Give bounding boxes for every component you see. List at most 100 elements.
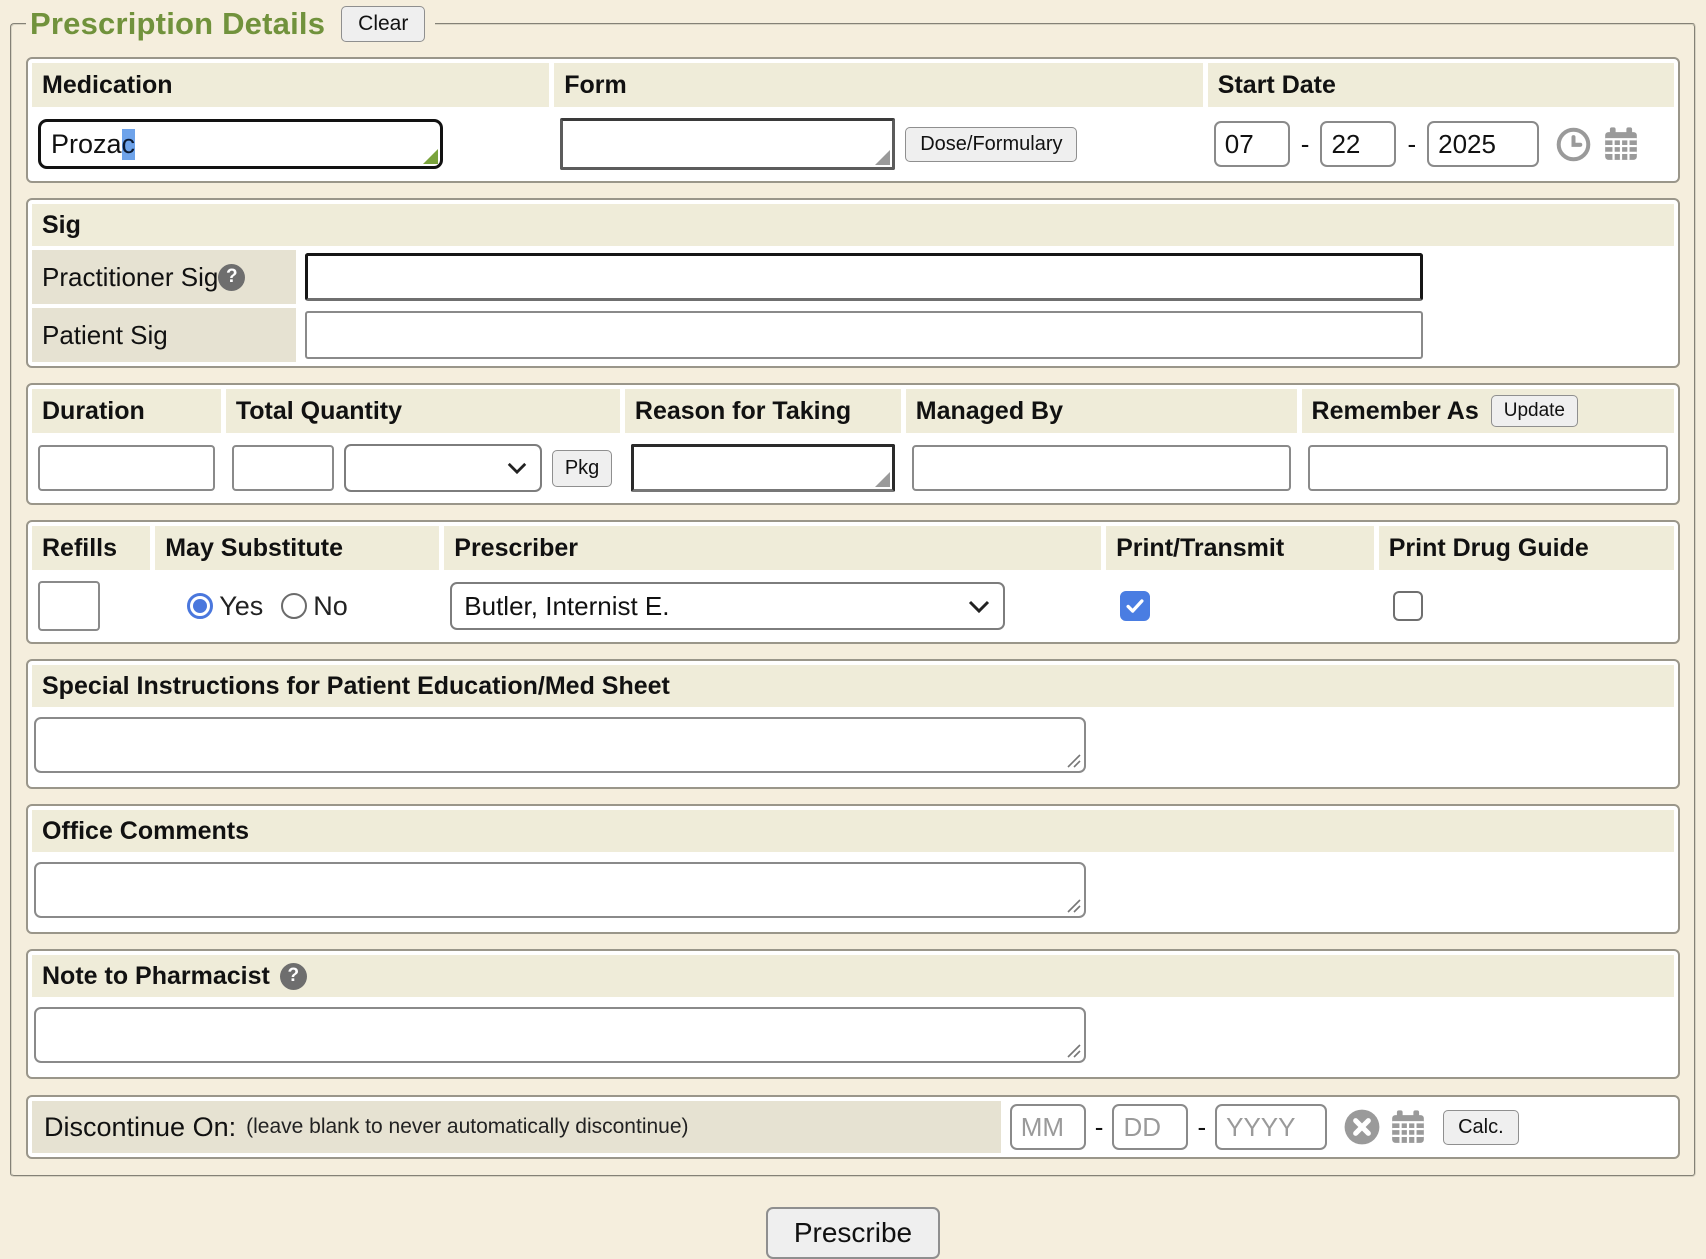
remember-as-label: Remember As [1312, 397, 1479, 426]
discontinue-year-input[interactable] [1215, 1104, 1327, 1150]
form-resize-handle[interactable] [875, 150, 890, 165]
note-to-pharmacist-textarea[interactable] [34, 1007, 1086, 1063]
fieldset-legend: Prescription Details Clear [26, 6, 435, 42]
substitute-no-label[interactable]: No [313, 591, 348, 622]
medication-input-selected-text: c [122, 129, 136, 160]
medication-row-content: Prozac Dose/Formulary - - [32, 111, 1674, 177]
autocomplete-corner-handle[interactable] [423, 149, 438, 164]
form-input[interactable] [560, 118, 895, 170]
discontinue-label-cell: Discontinue On: (leave blank to never au… [32, 1101, 1001, 1153]
discontinue-hint: (leave blank to never automatically disc… [246, 1115, 688, 1139]
prescription-details-fieldset: Prescription Details Clear Medication Fo… [10, 6, 1696, 1177]
pkg-button[interactable]: Pkg [552, 450, 612, 487]
check-icon [1124, 595, 1146, 617]
update-button[interactable]: Update [1491, 395, 1578, 427]
may-substitute-radio-group: Yes No [161, 591, 348, 622]
resize-grip-icon[interactable] [1067, 754, 1081, 768]
prescriber-header: Prescriber [444, 526, 1101, 570]
form-header: Form [554, 63, 1203, 107]
special-instructions-section: Special Instructions for Patient Educati… [26, 659, 1680, 789]
managed-by-header: Managed By [906, 389, 1297, 433]
practitioner-sig-help-icon[interactable] [218, 264, 245, 291]
refills-header: Refills [32, 526, 150, 570]
duration-input[interactable] [38, 445, 215, 491]
resize-grip-icon[interactable] [1067, 1044, 1081, 1058]
patient-sig-input[interactable] [305, 311, 1423, 359]
discontinue-calendar-button[interactable] [1389, 1108, 1427, 1146]
medication-row-section: Medication Form Start Date Prozac Dose/F… [26, 57, 1680, 183]
page-title: Prescription Details [30, 6, 325, 42]
reason-input[interactable] [631, 444, 895, 492]
practitioner-sig-label-cell: Practitioner Sig [32, 250, 296, 304]
remember-as-header: Remember As Update [1302, 389, 1674, 433]
office-comments-textarea[interactable] [34, 862, 1086, 918]
substitute-yes-label[interactable]: Yes [219, 591, 263, 622]
print-transmit-header: Print/Transmit [1106, 526, 1374, 570]
special-instructions-textarea[interactable] [34, 717, 1086, 773]
substitute-no-radio[interactable] [281, 593, 307, 619]
start-date-calendar-button[interactable] [1602, 125, 1640, 163]
duration-header: Duration [32, 389, 221, 433]
start-month-input[interactable] [1214, 121, 1290, 167]
calendar-icon [1602, 125, 1640, 163]
remember-as-input[interactable] [1308, 445, 1668, 491]
managed-by-input[interactable] [912, 445, 1291, 491]
discontinue-month-input[interactable] [1010, 1104, 1086, 1150]
total-quantity-header: Total Quantity [226, 389, 620, 433]
practitioner-sig-row: Practitioner Sig [32, 250, 1674, 304]
prescribe-row: Prescribe [8, 1207, 1698, 1259]
calc-button[interactable]: Calc. [1443, 1110, 1519, 1145]
medication-header: Medication [32, 63, 549, 107]
discontinue-fields: - - Calc. [1006, 1104, 1519, 1150]
reason-resize-handle[interactable] [875, 472, 890, 487]
refills-row-section: Refills May Substitute Prescriber Print/… [26, 520, 1680, 644]
date-separator: - [1197, 1112, 1206, 1143]
clear-button[interactable]: Clear [341, 6, 425, 42]
print-drug-guide-checkbox[interactable] [1393, 591, 1423, 621]
start-date-time-button[interactable] [1555, 126, 1592, 163]
duration-row-headers: Duration Total Quantity Reason for Takin… [32, 389, 1674, 433]
dose-formulary-button[interactable]: Dose/Formulary [905, 127, 1077, 162]
medication-input-text: Proza [51, 129, 122, 160]
discontinue-label: Discontinue On: [44, 1112, 236, 1143]
sig-section: Sig Practitioner Sig Patient Sig [26, 198, 1680, 368]
refills-input[interactable] [38, 581, 100, 631]
substitute-yes-radio[interactable] [187, 593, 213, 619]
discontinue-day-input[interactable] [1112, 1104, 1188, 1150]
resize-grip-icon[interactable] [1067, 899, 1081, 913]
discontinue-section: Discontinue On: (leave blank to never au… [26, 1095, 1680, 1159]
medication-input[interactable]: Prozac [38, 119, 443, 169]
medication-row-headers: Medication Form Start Date [32, 63, 1674, 107]
patient-sig-label-cell: Patient Sig [32, 308, 296, 362]
print-drug-guide-header: Print Drug Guide [1379, 526, 1674, 570]
calendar-icon [1389, 1108, 1427, 1146]
special-instructions-header: Special Instructions for Patient Educati… [32, 665, 1674, 707]
note-to-pharmacist-label: Note to Pharmacist [42, 962, 270, 991]
note-to-pharmacist-section: Note to Pharmacist [26, 949, 1680, 1079]
refills-row-headers: Refills May Substitute Prescriber Print/… [32, 526, 1674, 570]
prescriber-select[interactable]: Butler, Internist E. [450, 582, 1005, 630]
duration-row-section: Duration Total Quantity Reason for Takin… [26, 383, 1680, 505]
practitioner-sig-label: Practitioner Sig [42, 262, 218, 293]
chevron-down-icon [506, 461, 528, 475]
clock-icon [1555, 126, 1592, 163]
duration-row-content: Pkg [32, 437, 1674, 499]
prescribe-button[interactable]: Prescribe [766, 1207, 940, 1259]
total-quantity-input[interactable] [232, 445, 334, 491]
start-day-input[interactable] [1320, 121, 1396, 167]
start-year-input[interactable] [1427, 121, 1539, 167]
prescriber-selected-value: Butler, Internist E. [464, 591, 669, 622]
date-separator: - [1301, 129, 1310, 160]
note-to-pharmacist-header: Note to Pharmacist [32, 955, 1674, 997]
discontinue-clear-button[interactable] [1343, 1108, 1381, 1146]
note-to-pharmacist-help-icon[interactable] [280, 963, 307, 990]
refills-row-content: Yes No Butler, Internist E. [32, 574, 1674, 638]
practitioner-sig-input[interactable] [305, 253, 1423, 301]
print-transmit-checkbox[interactable] [1120, 591, 1150, 621]
quantity-unit-select[interactable] [344, 444, 542, 492]
sig-header: Sig [32, 204, 1674, 246]
office-comments-header: Office Comments [32, 810, 1674, 852]
start-date-header: Start Date [1208, 63, 1674, 107]
date-separator: - [1095, 1112, 1104, 1143]
patient-sig-row: Patient Sig [32, 308, 1674, 362]
